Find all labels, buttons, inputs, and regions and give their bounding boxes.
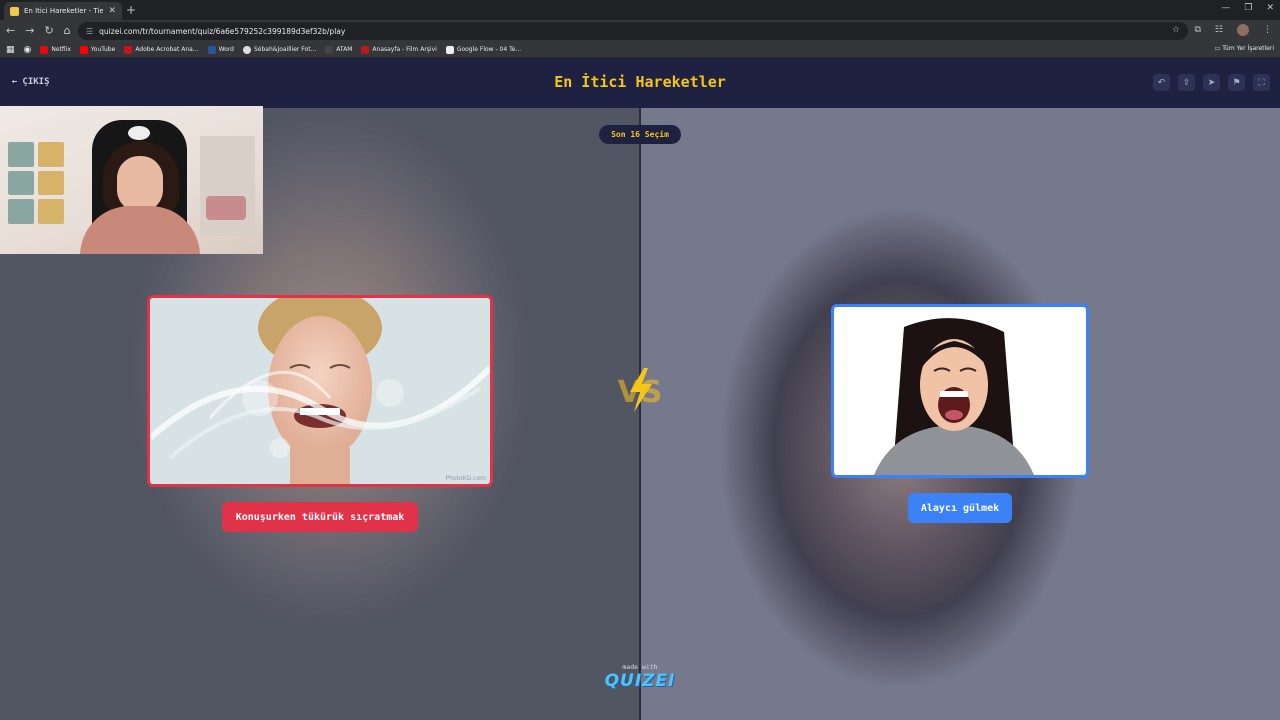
browser-toolbar: ← → ↻ ⌂ ☰ quizei.com/tr/tournament/quiz/… [0, 20, 1280, 42]
bookmark-netflix[interactable]: Netflix [40, 45, 71, 54]
browser-tab-bar: En İtici Hareketler - Tier List, Kö ✕ + … [0, 0, 1280, 20]
share-icon[interactable]: ⇪ [1178, 74, 1195, 91]
all-bookmarks[interactable]: ▭ Tüm Yer İşaretleri [1215, 45, 1274, 52]
tab-close-icon[interactable]: ✕ [108, 6, 116, 16]
bookmark-star-icon[interactable]: ☆ [1172, 25, 1180, 35]
youtube-icon [79, 45, 88, 54]
right-choice-button[interactable]: Alaycı gülmek [908, 493, 1012, 523]
made-with-text: made with [622, 663, 658, 671]
close-window-icon[interactable]: ✕ [1266, 3, 1274, 13]
minimize-icon[interactable]: — [1221, 3, 1230, 13]
apps-icon[interactable]: ▦ [6, 45, 15, 55]
flag-icon[interactable]: ⚑ [1228, 74, 1245, 91]
new-tab-button[interactable]: + [126, 3, 136, 17]
profile-avatar[interactable] [1237, 24, 1249, 36]
left-choice-image: PhotoKG.com [150, 298, 490, 484]
undo-icon[interactable]: ↶ [1153, 74, 1170, 91]
address-bar[interactable]: ☰ quizei.com/tr/tournament/quiz/6a6e5792… [78, 22, 1188, 40]
forward-icon[interactable]: → [25, 24, 34, 38]
left-choice-card[interactable]: PhotoKG.com [147, 295, 493, 487]
center-divider [639, 108, 641, 720]
fullscreen-icon[interactable]: ⛶ [1253, 74, 1270, 91]
vs-lightning-icon: VS [618, 368, 662, 412]
netflix-icon [40, 45, 49, 54]
bookmark-atam[interactable]: ATAM [325, 45, 352, 54]
quizei-logo[interactable]: QUIZEI [0, 671, 1280, 691]
word-icon [207, 45, 216, 54]
streamer-face [117, 156, 163, 212]
tab-favicon-icon [10, 6, 19, 16]
sebah-icon [242, 45, 251, 54]
tab-title: En İtici Hareketler - Tier List, Kö [24, 7, 104, 15]
right-choice-card[interactable] [831, 304, 1089, 478]
tab-search-icon[interactable]: ☷ [1215, 25, 1223, 35]
right-choice-image [834, 307, 1086, 475]
url-text: quizei.com/tr/tournament/quiz/6a6e579252… [99, 26, 346, 36]
quiz-page: ← ÇIKIŞ En İtici Hareketler ↶ ⇪ ➤ ⚑ ⛶ So… [0, 58, 1280, 720]
site-info-icon[interactable]: ☰ [86, 27, 93, 36]
image-watermark: PhotoKG.com [446, 475, 487, 482]
home-icon[interactable]: ⌂ [64, 24, 71, 38]
restore-icon[interactable]: ❐ [1244, 3, 1252, 13]
round-badge: Son 16 Seçim [599, 125, 681, 144]
film-arsivi-icon [361, 45, 370, 54]
bookmark-acrobat[interactable]: Adobe Acrobat Ana... [124, 45, 199, 54]
reload-icon[interactable]: ↻ [44, 24, 53, 38]
menu-icon[interactable]: ⋮ [1263, 25, 1272, 35]
bookmark-youtube[interactable]: YouTube [79, 45, 115, 54]
bookmarks-bar: ▦ ◉ Netflix YouTube Adobe Acrobat Ana...… [0, 42, 1280, 58]
google-flow-icon [445, 45, 454, 54]
bookmark-film-arsivi[interactable]: Anasayfa - Film Arşivi [361, 45, 437, 54]
left-choice-button[interactable]: Konuşurken tükürük sıçratmak [222, 502, 418, 532]
send-icon[interactable]: ➤ [1203, 74, 1220, 91]
bookmark-word[interactable]: Word [207, 45, 234, 54]
quiz-header: ← ÇIKIŞ En İtici Hareketler ↶ ⇪ ➤ ⚑ ⛶ [0, 58, 1280, 108]
webcam-overlay [0, 106, 263, 254]
shelf [200, 136, 255, 236]
google-icon[interactable]: ◉ [24, 45, 32, 55]
browser-tab[interactable]: En İtici Hareketler - Tier List, Kö ✕ [4, 2, 122, 20]
back-icon[interactable]: ← [6, 24, 15, 38]
wall-posters [8, 142, 64, 224]
extensions-icon[interactable]: ⧉ [1194, 25, 1200, 35]
atam-icon [325, 45, 334, 54]
acrobat-icon [124, 45, 133, 54]
page-title: En İtici Hareketler [554, 73, 726, 91]
bookmark-sebah[interactable]: Sébah&Joaillier Fot... [242, 45, 316, 54]
bookmark-google-flow[interactable]: Google Flow - 04 Te... [445, 45, 521, 54]
chair-logo [128, 126, 150, 140]
